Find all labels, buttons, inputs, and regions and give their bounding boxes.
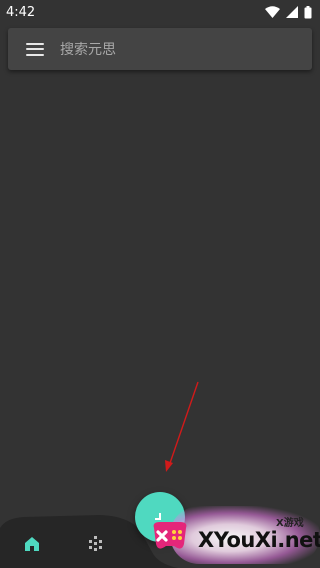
watermark-tag: X游戏 xyxy=(276,518,304,529)
watermark-text: XYouXi.net xyxy=(198,528,320,552)
status-bar: 4:42 xyxy=(0,0,320,24)
search-bar[interactable]: 搜索元思 xyxy=(8,28,312,70)
signal-icon xyxy=(286,6,298,18)
status-time: 4:42 xyxy=(6,4,36,20)
wifi-icon xyxy=(265,6,280,18)
menu-icon[interactable] xyxy=(26,42,44,56)
explore-icon[interactable] xyxy=(86,534,106,554)
gamepad-logo-icon xyxy=(153,522,187,549)
annotation-arrow xyxy=(165,381,199,472)
battery-icon xyxy=(304,5,312,18)
watermark: X游戏 XYouXi.net xyxy=(140,500,320,568)
home-icon[interactable] xyxy=(22,534,42,554)
status-icons xyxy=(265,5,312,19)
search-placeholder[interactable]: 搜索元思 xyxy=(60,39,116,59)
